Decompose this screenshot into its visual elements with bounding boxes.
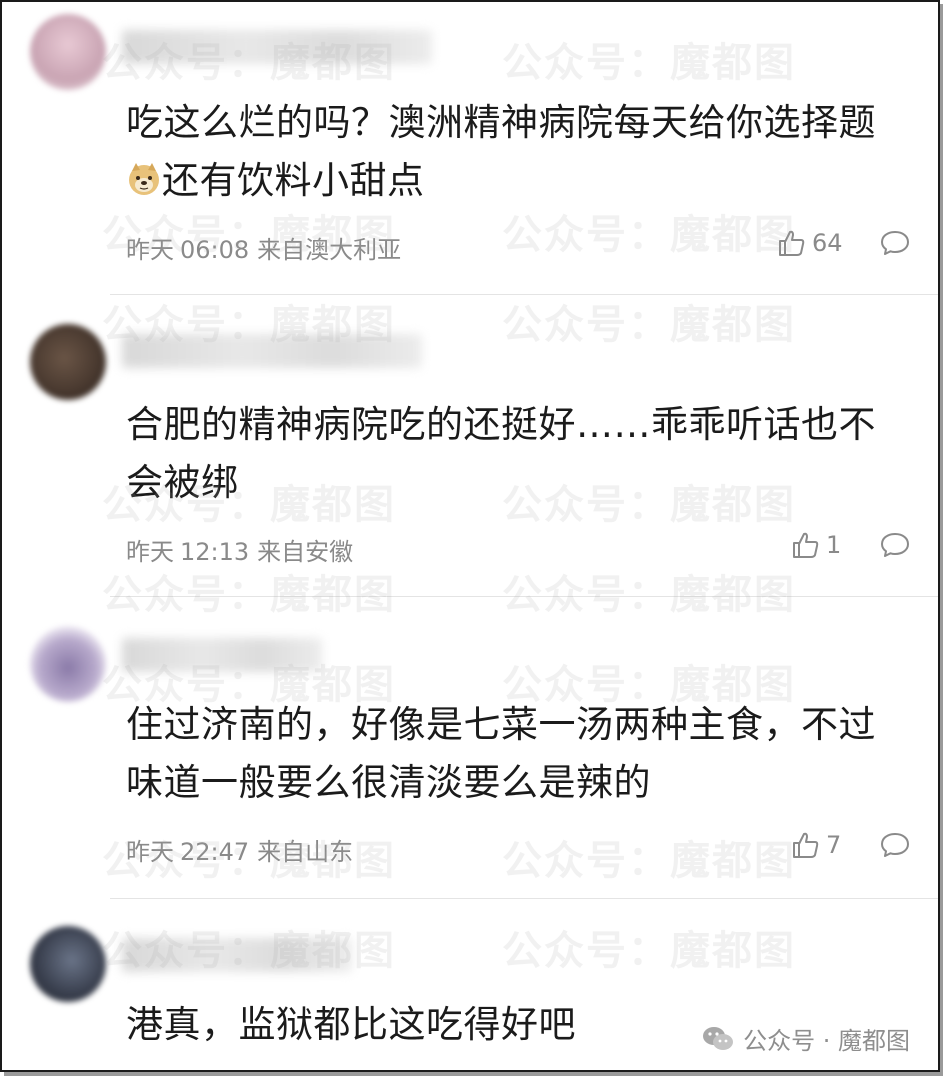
like-count: 64 [812, 229, 843, 257]
reply-icon[interactable] [880, 230, 910, 256]
watermark: 公众号：魔都图 [502, 838, 796, 884]
watermark: 公众号：魔都图 [102, 572, 396, 618]
comment-text: 住过济南的，好像是七菜一汤两种主食，不过味道一般要么很清淡要么是辣的 [126, 703, 876, 804]
location: 来自安徽 [257, 538, 354, 566]
username-blurred[interactable]: . [122, 334, 422, 368]
divider [110, 898, 938, 899]
doge-emoji-icon [129, 163, 159, 195]
divider [110, 596, 938, 597]
comment-text: 合肥的精神病院吃的还挺好……乖乖听话也不会被绑 [126, 403, 876, 504]
like-button[interactable]: 64 [776, 228, 843, 258]
time: 12:13 [180, 538, 250, 566]
date: 昨天 [126, 236, 174, 264]
thumbs-up-icon [779, 230, 805, 256]
comment-meta: 昨天 06:08 来自澳大利亚 [126, 230, 401, 265]
source-label: 公众号 · 魔都图 [743, 1027, 910, 1055]
avatar[interactable] [30, 626, 106, 702]
watermark: 公众号：魔都图 [502, 572, 796, 618]
watermark: 公众号：魔都图 [502, 40, 796, 86]
comment-text: 吃这么烂的吗？澳洲精神病院每天给你选择题 还有饮料小甜点 [126, 101, 876, 202]
username-blurred[interactable]: . [122, 938, 352, 972]
time: 22:47 [180, 838, 250, 866]
comment-screenshot: . 吃这么烂的吗？澳洲精神病院每天给你选择题 还有饮料小甜点 昨天06:08来自… [0, 0, 940, 1072]
location: 来自山东 [257, 838, 354, 866]
comment-meta: 昨天 22:47 来自山东 [126, 832, 353, 867]
wechat-icon [703, 1026, 734, 1050]
date: 昨天 [126, 838, 174, 866]
avatar[interactable] [30, 926, 106, 1002]
username-blurred[interactable]: . [122, 638, 322, 672]
watermark: 公众号：魔都图 [502, 928, 796, 974]
comment-meta: 昨天 12:13 来自安徽 [126, 532, 353, 567]
watermark: 公众号：魔都图 [502, 212, 796, 258]
divider [110, 294, 938, 295]
like-count: 1 [826, 531, 842, 559]
source-watermark: 公众号 · 魔都图 [701, 1021, 910, 1056]
reply-icon[interactable] [880, 832, 910, 858]
avatar[interactable] [30, 324, 106, 400]
thumbs-up-icon [793, 532, 819, 558]
like-button[interactable]: 7 [790, 830, 841, 860]
time: 06:08 [180, 236, 250, 264]
avatar[interactable] [30, 14, 106, 90]
date: 昨天 [126, 538, 174, 566]
watermark: 公众号：魔都图 [502, 302, 796, 348]
like-count: 7 [826, 831, 842, 859]
thumbs-up-icon [793, 832, 819, 858]
like-button[interactable]: 1 [790, 530, 841, 560]
location: 来自澳大利亚 [257, 236, 402, 264]
reply-icon[interactable] [880, 532, 910, 558]
username-blurred[interactable]: . [122, 30, 432, 64]
